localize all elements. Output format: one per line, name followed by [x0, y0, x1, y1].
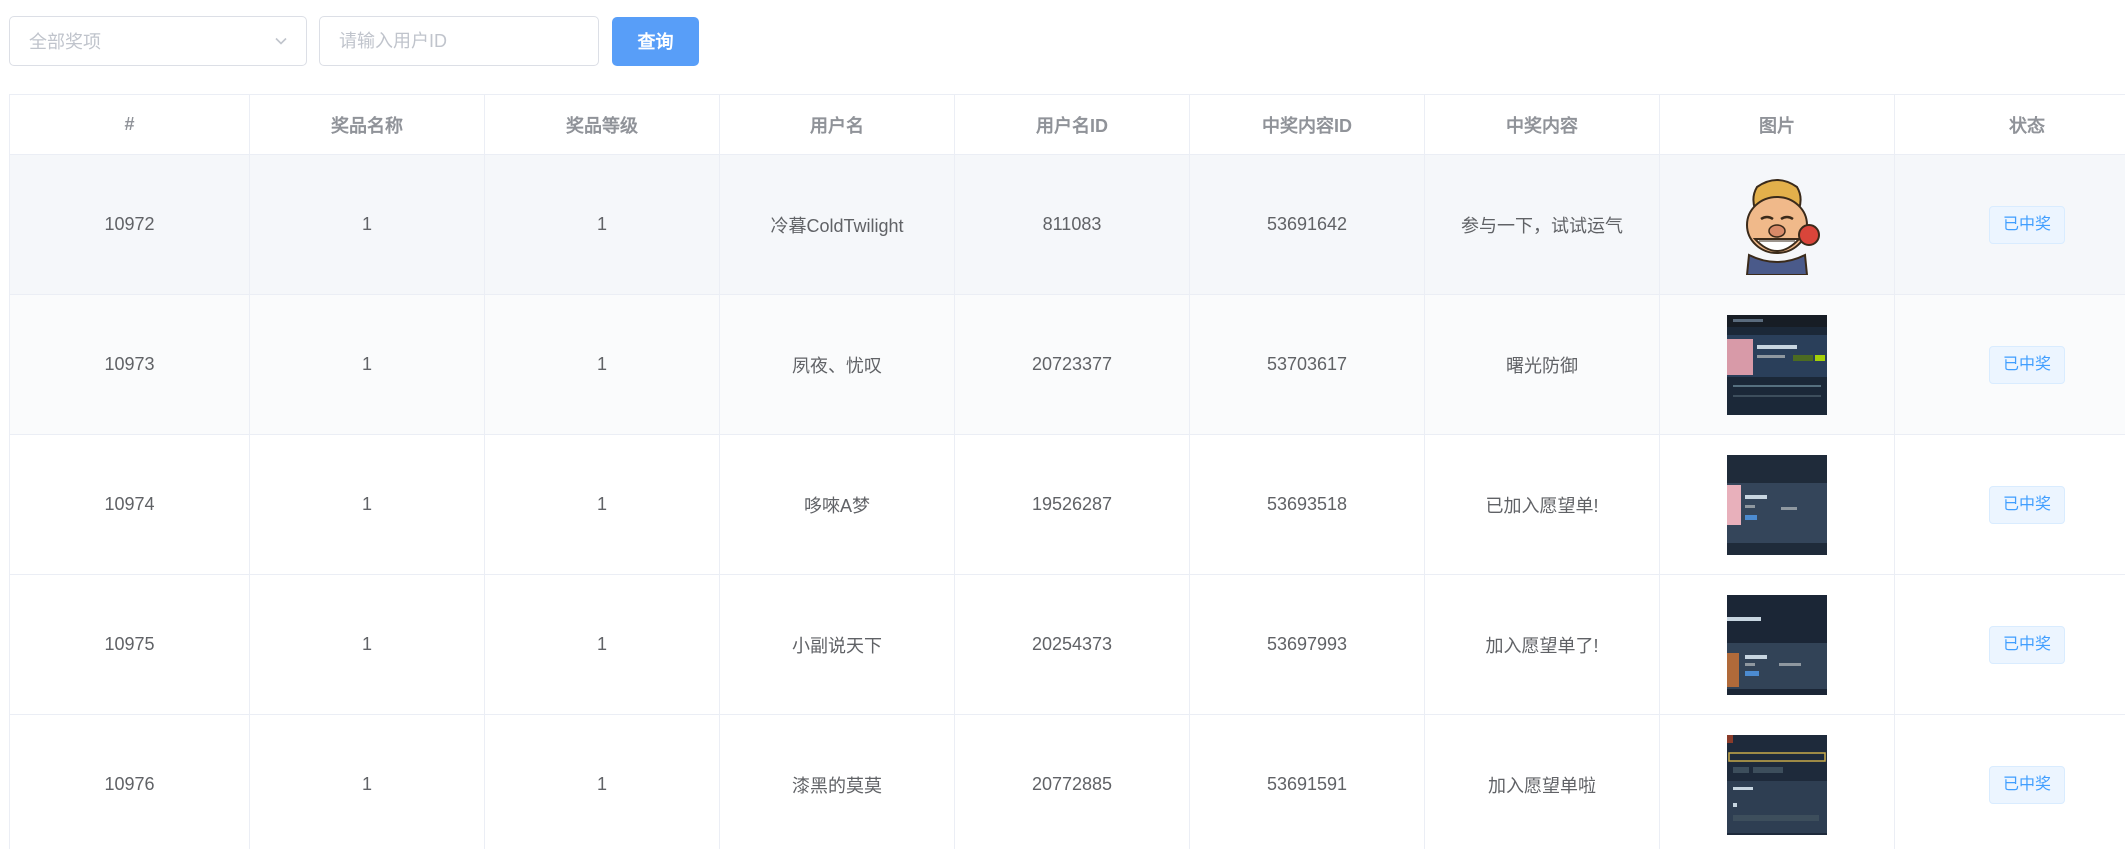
status-badge: 已中奖 — [1988, 205, 2065, 244]
header-content-id: 中奖内容ID — [1189, 94, 1425, 155]
table-row[interactable]: 10974 1 1 哆唻A梦 19526287 53693518 已加入愿望单! — [9, 434, 2125, 575]
cell-prize-level: 1 — [484, 574, 720, 715]
cell-username: 小副说天下 — [719, 574, 955, 715]
cell-prize-name: 1 — [249, 294, 485, 435]
cell-image — [1659, 574, 1895, 715]
header-prize-level: 奖品等级 — [484, 94, 720, 155]
cell-content: 曙光防御 — [1424, 294, 1660, 435]
cell-index: 10975 — [9, 574, 250, 715]
cell-prize-name: 1 — [249, 154, 485, 295]
cartoon-avatar-image[interactable] — [1727, 175, 1827, 275]
cell-index: 10976 — [9, 714, 250, 849]
header-username: 用户名 — [719, 94, 955, 155]
query-button[interactable]: 查询 — [612, 16, 699, 66]
cell-image — [1659, 294, 1895, 435]
cell-index: 10974 — [9, 434, 250, 575]
cell-index: 10973 — [9, 294, 250, 435]
cell-status: 已中奖 — [1894, 714, 2125, 849]
chevron-down-icon — [272, 32, 290, 50]
cell-image — [1659, 434, 1895, 575]
cell-user-id: 20254373 — [954, 574, 1190, 715]
cell-content-id: 53691642 — [1189, 154, 1425, 295]
table-row[interactable]: 10976 1 1 漆黑的莫莫 20772885 53691591 加入愿望单啦 — [9, 714, 2125, 849]
header-content: 中奖内容 — [1424, 94, 1660, 155]
table-row[interactable]: 10973 1 1 夙夜、忧叹 20723377 53703617 曙光防御 已… — [9, 294, 2125, 435]
screenshot-thumbnail-image[interactable] — [1727, 734, 1827, 835]
header-index: # — [9, 94, 250, 155]
cell-user-id: 20772885 — [954, 714, 1190, 849]
cell-username: 漆黑的莫莫 — [719, 714, 955, 849]
cell-prize-name: 1 — [249, 434, 485, 575]
prize-select[interactable]: 全部奖项 — [9, 16, 307, 66]
status-badge: 已中奖 — [1988, 345, 2065, 384]
screenshot-thumbnail-image[interactable] — [1727, 314, 1827, 415]
cell-content-id: 53703617 — [1189, 294, 1425, 435]
filter-bar: 全部奖项 查询 — [9, 16, 699, 66]
cell-index: 10972 — [9, 154, 250, 295]
cell-content-id: 53691591 — [1189, 714, 1425, 849]
cell-content-id: 53697993 — [1189, 574, 1425, 715]
screenshot-thumbnail-image[interactable] — [1727, 454, 1827, 555]
cell-image — [1659, 714, 1895, 849]
cell-content: 参与一下，试试运气 — [1424, 154, 1660, 295]
results-table: # 奖品名称 奖品等级 用户名 用户名ID 中奖内容ID 中奖内容 图片 状态 … — [9, 94, 2125, 849]
cell-prize-level: 1 — [484, 154, 720, 295]
cell-content: 加入愿望单了! — [1424, 574, 1660, 715]
cell-content-id: 53693518 — [1189, 434, 1425, 575]
cell-user-id: 20723377 — [954, 294, 1190, 435]
cell-image — [1659, 154, 1895, 295]
cell-content: 已加入愿望单! — [1424, 434, 1660, 575]
header-prize-name: 奖品名称 — [249, 94, 485, 155]
status-badge: 已中奖 — [1988, 485, 2065, 524]
cell-prize-level: 1 — [484, 294, 720, 435]
cell-status: 已中奖 — [1894, 434, 2125, 575]
prize-select-value: 全部奖项 — [29, 32, 101, 52]
status-badge: 已中奖 — [1988, 625, 2065, 664]
cell-status: 已中奖 — [1894, 294, 2125, 435]
cell-prize-name: 1 — [249, 574, 485, 715]
cell-username: 哆唻A梦 — [719, 434, 955, 575]
cell-status: 已中奖 — [1894, 574, 2125, 715]
cell-content: 加入愿望单啦 — [1424, 714, 1660, 849]
cell-username: 夙夜、忧叹 — [719, 294, 955, 435]
header-user-id: 用户名ID — [954, 94, 1190, 155]
header-image: 图片 — [1659, 94, 1895, 155]
status-badge: 已中奖 — [1988, 765, 2065, 804]
screenshot-thumbnail-image[interactable] — [1727, 594, 1827, 695]
cell-username: 冷暮ColdTwilight — [719, 154, 955, 295]
table-header-row: # 奖品名称 奖品等级 用户名 用户名ID 中奖内容ID 中奖内容 图片 状态 — [9, 94, 2125, 155]
cell-user-id: 19526287 — [954, 434, 1190, 575]
cell-prize-name: 1 — [249, 714, 485, 849]
table-row[interactable]: 10972 1 1 冷暮ColdTwilight 811083 53691642… — [9, 154, 2125, 295]
user-id-input[interactable] — [319, 16, 599, 66]
cell-status: 已中奖 — [1894, 154, 2125, 295]
cell-prize-level: 1 — [484, 714, 720, 849]
cell-prize-level: 1 — [484, 434, 720, 575]
header-status: 状态 — [1894, 94, 2125, 155]
cell-user-id: 811083 — [954, 154, 1190, 295]
table-row[interactable]: 10975 1 1 小副说天下 20254373 53697993 加入愿望单了… — [9, 574, 2125, 715]
